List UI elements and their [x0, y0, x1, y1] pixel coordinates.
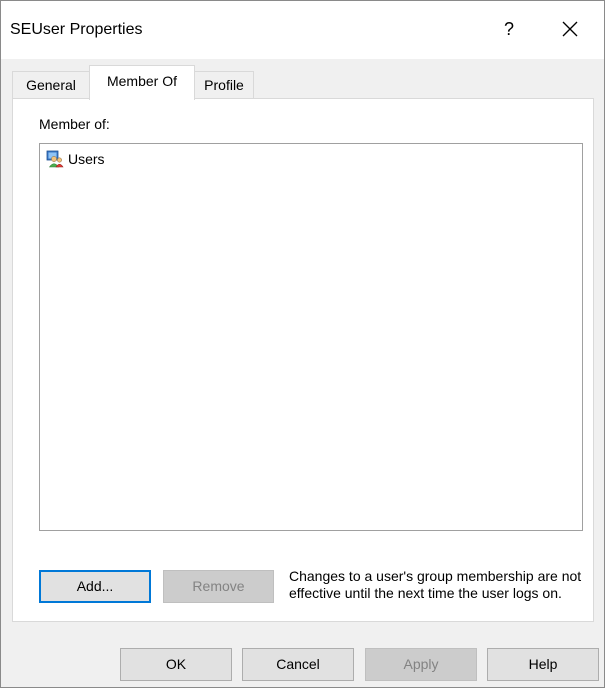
apply-button[interactable]: Apply — [365, 648, 477, 681]
member-of-label: Member of: — [39, 116, 110, 132]
help-icon[interactable]: ? — [497, 17, 521, 41]
properties-dialog: SEUser Properties ? General Member Of Pr… — [0, 0, 605, 688]
window-title: SEUser Properties — [10, 21, 143, 38]
ok-button[interactable]: OK — [120, 648, 232, 681]
tab-general[interactable]: General — [12, 71, 90, 98]
cancel-button[interactable]: Cancel — [242, 648, 354, 681]
group-icon — [46, 150, 64, 168]
tab-profile[interactable]: Profile — [194, 71, 254, 98]
membership-note: Changes to a user's group membership are… — [289, 568, 582, 601]
tab-strip: General Member Of Profile — [1, 59, 604, 100]
member-of-listbox[interactable]: Users — [39, 143, 583, 531]
title-bar: SEUser Properties ? — [1, 1, 604, 59]
remove-button[interactable]: Remove — [163, 570, 274, 603]
list-item-label: Users — [68, 151, 105, 167]
close-icon[interactable] — [558, 17, 582, 41]
add-button[interactable]: Add... — [39, 570, 151, 603]
list-item[interactable]: Users — [46, 149, 105, 169]
member-of-panel: Member of: Users Add... Remove Changes t… — [12, 98, 594, 622]
help-button[interactable]: Help — [487, 648, 599, 681]
tab-member-of[interactable]: Member Of — [89, 65, 195, 100]
